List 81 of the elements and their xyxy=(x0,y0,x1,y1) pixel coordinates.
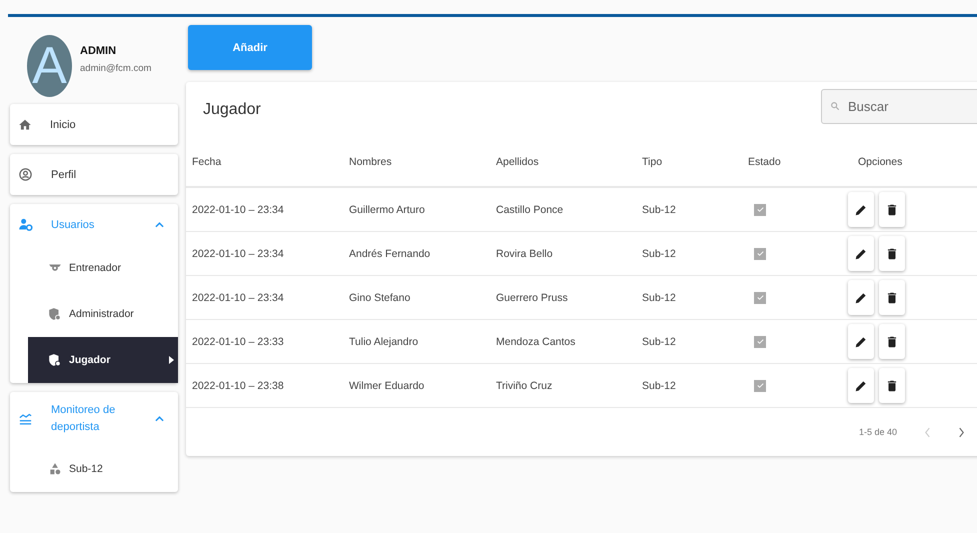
checkbox[interactable] xyxy=(754,380,766,392)
table-cell-text: Andrés Fernando xyxy=(349,248,432,260)
table-cell-text: Tulio Alejandro xyxy=(349,336,420,348)
nav-label: Jugador xyxy=(69,354,110,366)
table-cell-text: Rovira Bello xyxy=(496,248,554,260)
checkbox[interactable] xyxy=(754,336,766,348)
user-circle-icon xyxy=(18,167,33,182)
user-email: admin@fcm.com xyxy=(80,63,152,74)
nav-subitem[interactable]: Administrador xyxy=(10,291,178,337)
delete-button[interactable] xyxy=(879,192,905,227)
shield-icon xyxy=(48,353,62,367)
checkbox[interactable] xyxy=(754,292,766,304)
check-icon xyxy=(756,205,764,214)
table-cell-text: Sub-12 xyxy=(642,248,677,260)
user-name: ADMIN xyxy=(80,45,118,57)
check-icon xyxy=(756,249,764,258)
edit-button[interactable] xyxy=(848,280,874,315)
caret-icon xyxy=(155,416,164,422)
table-title: Jugador xyxy=(203,101,261,119)
column-header: Estado xyxy=(748,156,782,168)
shapes-icon xyxy=(48,462,62,476)
shield-icon xyxy=(48,307,62,321)
edit-button[interactable] xyxy=(848,368,874,403)
table-cell-text: Gino Stefano xyxy=(349,292,412,304)
table-cell-text: Sub-12 xyxy=(642,204,677,216)
chart-lines-icon xyxy=(18,412,33,426)
nav-label: Inicio xyxy=(50,118,76,130)
caret-icon xyxy=(155,222,164,228)
pencil-icon xyxy=(854,202,868,216)
pencil-icon xyxy=(854,378,868,392)
nav-label: Entrenador xyxy=(69,262,121,274)
column-header: Apellidos xyxy=(496,156,540,168)
nav-subitem[interactable]: Sub-12 xyxy=(10,446,178,492)
table-cell-text: Sub-12 xyxy=(642,380,677,392)
table-cell-text: 2022-01-10 – 23:34 xyxy=(192,292,285,304)
delete-button[interactable] xyxy=(879,236,905,271)
column-header: Tipo xyxy=(642,156,664,168)
nav-label: Administrador xyxy=(69,308,134,320)
nav-item[interactable]: Perfil xyxy=(10,154,178,195)
table-cell-text: Guillermo Arturo xyxy=(349,204,426,216)
nav-label: Usuarios xyxy=(51,218,94,230)
nav-subitem[interactable]: Jugador xyxy=(28,337,178,383)
avatar: A xyxy=(27,35,72,97)
nav-label: Sub-12 xyxy=(69,463,103,475)
check-icon xyxy=(756,293,764,302)
nav-label: Perfil xyxy=(51,168,76,180)
delete-button[interactable] xyxy=(879,324,905,359)
edit-button[interactable] xyxy=(848,192,874,227)
column-header: Nombres xyxy=(349,156,393,168)
table-cell-text: Mendoza Cantos xyxy=(496,336,576,348)
column-header: Fecha xyxy=(192,156,222,168)
pencil-icon xyxy=(854,290,868,304)
search-field[interactable]: Buscar xyxy=(821,89,977,124)
table-cell-text: Triviño Cruz xyxy=(496,380,554,392)
table-cell-text: 2022-01-10 – 23:34 xyxy=(192,204,285,216)
nav-label: Monitoreo de deportista xyxy=(51,402,116,435)
checkbox[interactable] xyxy=(754,204,766,216)
table-cell-text: 2022-01-10 – 23:33 xyxy=(192,336,285,348)
table-cell-text: 2022-01-10 – 23:38 xyxy=(192,380,285,392)
column-header: Opciones xyxy=(858,156,904,168)
table-cell-text: Sub-12 xyxy=(642,336,677,348)
check-icon xyxy=(756,337,764,346)
page-range: 1-5 de 40 xyxy=(858,427,897,437)
chevron-right-icon[interactable] xyxy=(958,426,965,438)
delete-button[interactable] xyxy=(879,368,905,403)
table-cell-text: Castillo Ponce xyxy=(496,204,564,216)
table-cell-text: Guerrero Pruss xyxy=(496,292,569,304)
table-cell-text: Sub-12 xyxy=(642,292,677,304)
home-icon xyxy=(18,118,32,132)
pencil-icon xyxy=(854,334,868,348)
table-cell-text: Wilmer Eduardo xyxy=(349,380,426,392)
check-icon xyxy=(756,381,764,390)
table-cell-text: 2022-01-10 – 23:34 xyxy=(192,248,285,260)
edit-button[interactable] xyxy=(848,324,874,359)
delete-button[interactable] xyxy=(879,280,905,315)
pencil-icon xyxy=(854,246,868,260)
nav-subitem[interactable]: Entrenador xyxy=(10,245,178,291)
checkbox[interactable] xyxy=(754,248,766,260)
arrow-right-icon xyxy=(169,356,174,364)
nav-item[interactable]: Inicio xyxy=(10,104,178,145)
edit-button[interactable] xyxy=(848,236,874,271)
